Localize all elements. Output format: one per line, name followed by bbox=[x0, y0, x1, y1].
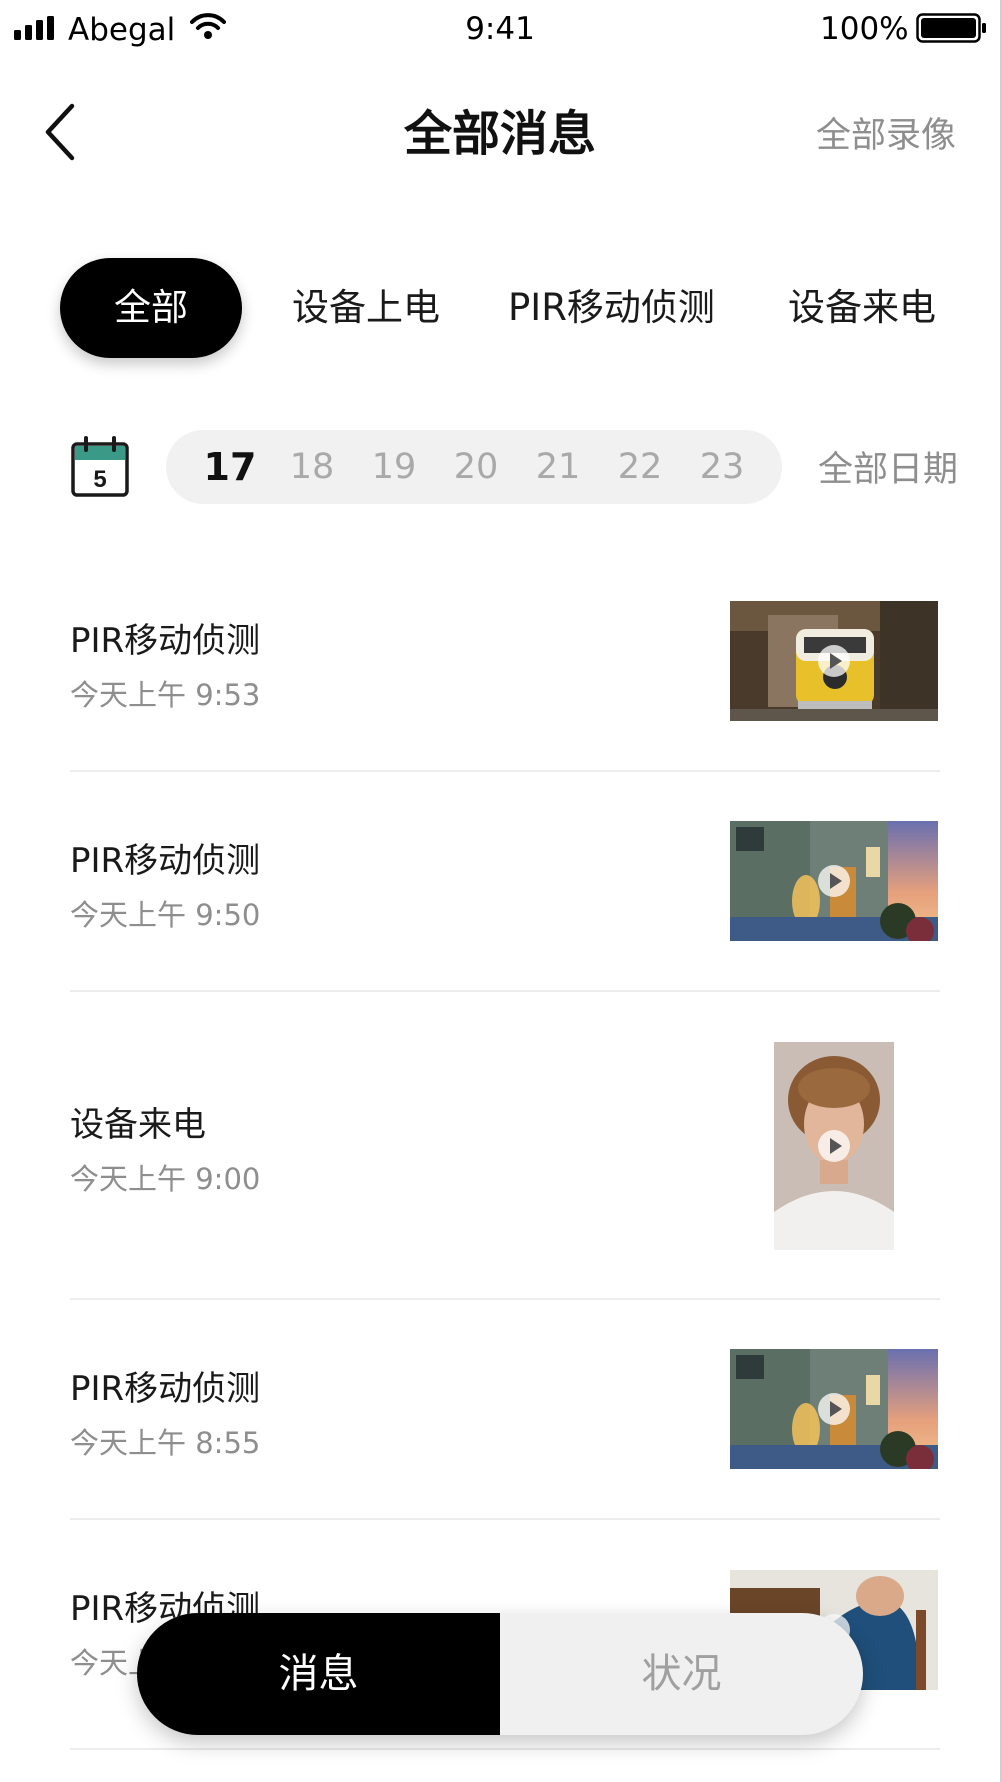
filter-tab-all[interactable]: 全部 bbox=[60, 258, 242, 358]
battery-icon bbox=[916, 13, 986, 43]
all-dates-link[interactable]: 全部日期 bbox=[806, 448, 958, 492]
chevron-left-icon bbox=[45, 103, 75, 161]
date-item[interactable]: 21 bbox=[518, 430, 598, 504]
message-title: PIR移动侦测 bbox=[70, 621, 261, 661]
play-icon[interactable] bbox=[818, 1130, 850, 1162]
video-thumbnail[interactable] bbox=[730, 601, 938, 721]
message-title: PIR移动侦测 bbox=[70, 841, 261, 881]
signal-icon bbox=[14, 16, 54, 40]
filter-tab-incoming-call[interactable]: 设备来电 bbox=[788, 258, 936, 358]
tab-messages[interactable]: 消息 bbox=[137, 1613, 500, 1735]
page-title: 全部消息 bbox=[403, 106, 596, 162]
status-time: 9:41 bbox=[465, 11, 535, 47]
date-item[interactable]: 19 bbox=[354, 430, 434, 504]
date-item[interactable]: 20 bbox=[436, 430, 516, 504]
date-item[interactable]: 17 bbox=[190, 430, 270, 504]
play-icon[interactable] bbox=[818, 865, 850, 897]
filter-tabs: 全部 设备上电 PIR移动侦测 设备来电 bbox=[0, 258, 1000, 362]
video-thumbnail[interactable] bbox=[730, 1349, 938, 1469]
date-item[interactable]: 22 bbox=[600, 430, 680, 504]
tab-status[interactable]: 状况 bbox=[500, 1613, 863, 1735]
message-time: 今天上午 9:00 bbox=[70, 1162, 261, 1196]
video-thumbnail[interactable] bbox=[730, 821, 938, 941]
app-screen: Abegal 9:41 100% 全部消息 全部录像 全部 设备上电 PIR移动… bbox=[0, 0, 1002, 1782]
all-recordings-link[interactable]: 全部录像 bbox=[800, 114, 956, 158]
play-icon[interactable] bbox=[818, 1393, 850, 1425]
message-title: 设备来电 bbox=[70, 1105, 206, 1145]
message-time: 今天上午 9:53 bbox=[70, 678, 261, 712]
battery-percent: 100% bbox=[820, 11, 909, 47]
play-icon[interactable] bbox=[818, 645, 850, 677]
filter-tab-pir-motion[interactable]: PIR移动侦测 bbox=[508, 258, 715, 358]
message-title: PIR移动侦测 bbox=[70, 1369, 261, 1409]
date-strip: 17 18 19 20 21 22 23 bbox=[166, 430, 782, 504]
message-time: 今天上午 8:55 bbox=[70, 1426, 261, 1460]
video-thumbnail[interactable] bbox=[774, 1042, 894, 1250]
date-item[interactable]: 18 bbox=[272, 430, 352, 504]
calendar-icon[interactable]: 5 bbox=[70, 436, 130, 498]
message-time: 今天上午 9:50 bbox=[70, 898, 261, 932]
wifi-icon bbox=[190, 13, 226, 39]
calendar-day-number: 5 bbox=[93, 466, 106, 493]
date-item[interactable]: 23 bbox=[682, 430, 762, 504]
back-button[interactable] bbox=[32, 96, 88, 168]
filter-tab-power-on[interactable]: 设备上电 bbox=[292, 258, 440, 358]
carrier-name: Abegal bbox=[68, 12, 176, 48]
bottom-tab-bar: 消息 状况 bbox=[137, 1613, 863, 1735]
status-bar: Abegal 9:41 100% bbox=[0, 0, 1000, 60]
